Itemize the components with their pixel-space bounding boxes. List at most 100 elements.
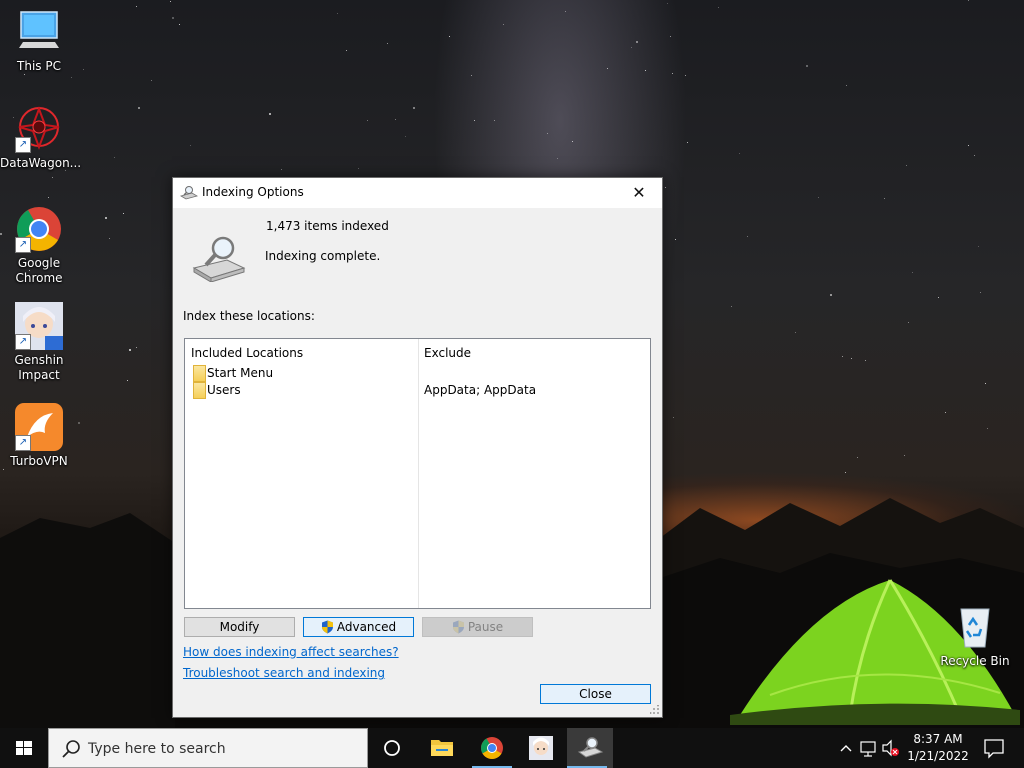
search-placeholder: Type here to search	[88, 741, 226, 757]
star	[114, 157, 115, 158]
star	[48, 197, 49, 198]
star	[851, 358, 852, 359]
network-icon[interactable]	[857, 728, 879, 768]
start-button[interactable]	[0, 728, 48, 768]
list-item[interactable]: Users AppData; AppData	[185, 382, 650, 399]
chrome-icon	[481, 737, 503, 759]
indexing-options-icon	[180, 186, 198, 200]
index-locations-label: Index these locations:	[183, 309, 315, 323]
star	[670, 36, 671, 37]
chrome-icon: ↗	[15, 205, 63, 253]
indexing-drive-icon	[192, 236, 246, 282]
pause-button[interactable]: Pause	[422, 617, 533, 637]
star	[565, 11, 566, 12]
modify-button[interactable]: Modify	[184, 617, 295, 637]
desktop-icon-turbovpn[interactable]: ↗ TurboVPN	[0, 403, 78, 469]
search-icon	[62, 740, 80, 758]
star	[136, 347, 137, 348]
task-view-button[interactable]	[372, 728, 412, 768]
desktop-icon-recycle-bin[interactable]: Recycle Bin	[936, 603, 1014, 669]
folder-icon	[431, 740, 453, 756]
shortcut-arrow-icon: ↗	[15, 237, 31, 253]
star	[395, 119, 396, 120]
desktop-icon-label: Google Chrome	[15, 256, 63, 285]
star	[830, 294, 832, 296]
desktop-icon-label: TurboVPN	[10, 454, 68, 468]
desktop-icon-label: Recycle Bin	[940, 654, 1010, 668]
desktop-icon-google-chrome[interactable]: ↗ Google Chrome	[0, 205, 78, 286]
volume-muted-icon[interactable]	[879, 728, 901, 768]
star	[547, 133, 548, 134]
star	[631, 47, 632, 48]
close-icon[interactable]: ✕	[616, 178, 662, 208]
star	[747, 236, 748, 237]
folder-icon	[193, 382, 206, 399]
advanced-button[interactable]: Advanced	[303, 617, 414, 637]
star	[123, 213, 124, 214]
star	[968, 0, 969, 1]
taskbar-clock[interactable]: 8:37 AM 1/21/2022	[900, 731, 976, 765]
windows-logo-icon	[16, 741, 32, 755]
close-button[interactable]: Close	[540, 684, 651, 704]
star	[358, 168, 359, 169]
taskbar-search-box[interactable]: Type here to search	[48, 728, 368, 768]
clock-time: 8:37 AM	[913, 732, 963, 746]
resize-grip-icon[interactable]	[650, 705, 660, 715]
star	[78, 422, 80, 424]
taskbar: Type here to search 8:37 AM 1/21/2022	[0, 728, 1024, 768]
excluded-location: AppData; AppData	[424, 383, 537, 397]
star	[987, 428, 988, 429]
star	[471, 75, 472, 76]
advanced-button-label: Advanced	[336, 620, 397, 634]
indexing-status: Indexing complete.	[265, 249, 381, 263]
star	[557, 158, 558, 159]
taskbar-chrome[interactable]	[472, 728, 512, 768]
datawagon-icon: ↗	[15, 105, 63, 153]
star	[24, 74, 25, 75]
star	[503, 24, 504, 25]
star	[387, 43, 388, 44]
column-header-included[interactable]: Included Locations	[191, 346, 303, 360]
dialog-titlebar[interactable]: Indexing Options ✕	[173, 178, 662, 208]
star	[105, 217, 107, 219]
star	[151, 80, 152, 81]
folder-icon	[193, 365, 206, 382]
star	[687, 142, 688, 143]
list-item[interactable]: Start Menu	[185, 365, 650, 382]
taskbar-genshin[interactable]	[521, 728, 561, 768]
star	[367, 120, 368, 121]
locations-list[interactable]: Included Locations Exclude Start Menu Us…	[184, 338, 651, 609]
troubleshoot-link[interactable]: Troubleshoot search and indexing	[183, 666, 385, 680]
star	[129, 349, 131, 351]
column-header-exclude[interactable]: Exclude	[424, 346, 471, 360]
computer-icon	[15, 8, 63, 56]
taskbar-indexing-options[interactable]	[567, 728, 613, 768]
desktop-icon-genshin-impact[interactable]: ↗ Genshin Impact	[0, 302, 78, 383]
star	[718, 7, 719, 8]
star	[413, 107, 415, 109]
close-button-label: Close	[579, 687, 612, 701]
star	[731, 306, 732, 307]
genshin-icon: ↗	[15, 302, 63, 350]
chevron-up-icon[interactable]	[835, 728, 857, 768]
star	[190, 145, 191, 146]
star	[572, 141, 573, 142]
star	[136, 6, 137, 7]
star	[607, 68, 608, 69]
star	[675, 239, 676, 240]
desktop-icon-label: This PC	[17, 59, 61, 73]
star	[83, 69, 84, 70]
desktop-icon-this-pc[interactable]: This PC	[0, 8, 78, 74]
how-indexing-affects-link[interactable]: How does indexing affect searches?	[183, 645, 399, 659]
notification-center-icon[interactable]	[976, 728, 1012, 768]
star	[636, 41, 638, 43]
uac-shield-icon	[452, 620, 464, 634]
desktop-icon-datawagon[interactable]: ↗ DataWagon...	[0, 105, 81, 171]
star	[908, 322, 909, 323]
star	[494, 120, 495, 121]
star	[795, 332, 796, 333]
star	[685, 75, 686, 76]
dialog-title: Indexing Options	[202, 185, 304, 199]
star	[739, 153, 740, 154]
taskbar-file-explorer[interactable]	[422, 728, 462, 768]
